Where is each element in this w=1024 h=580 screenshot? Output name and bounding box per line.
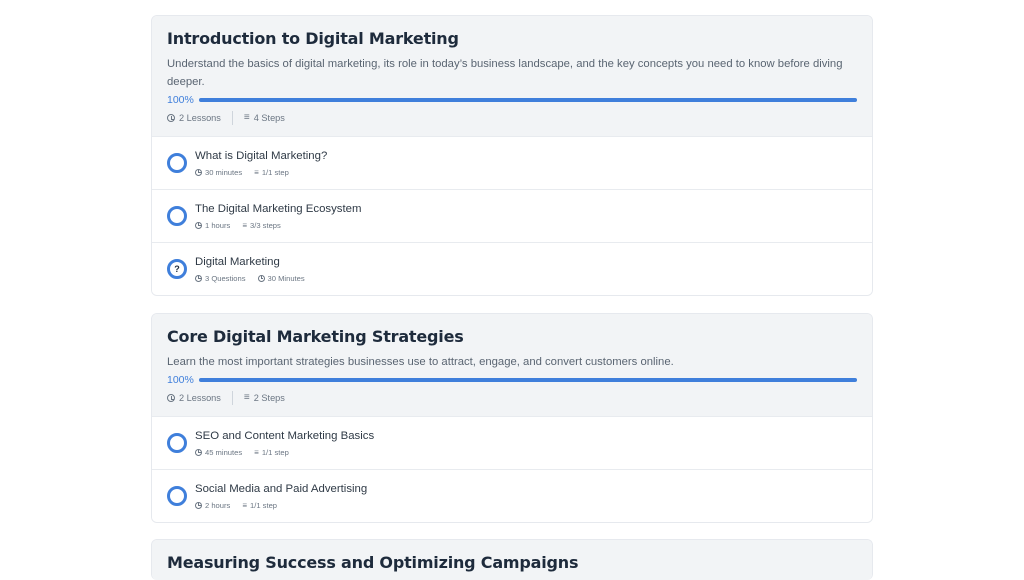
lesson-duration-text: 2 hours [205,500,231,510]
lessons-count-text: 2 Lessons [179,393,221,403]
clock-icon [195,501,202,509]
list-icon: ≡ [254,447,259,457]
quiz-icon: ? [167,259,187,279]
quiz-duration: 30 Minutes [257,273,305,283]
module-title[interactable]: Measuring Success and Optimizing Campaig… [167,553,857,572]
lesson-steps-text: 3/3 steps [250,220,281,230]
module-progress: 100% [167,94,857,106]
lesson-steps-text: 1/1 step [261,447,289,457]
lessons-count: 2 Lessons [167,393,221,403]
progress-bar [199,98,857,102]
lesson-steps: ≡ 1/1 step [254,448,289,457]
lesson-steps: ≡ 1/1 step [254,168,289,177]
lesson-meta: 1 hours ≡ 3/3 steps [195,221,362,230]
lesson-duration: 45 minutes [195,448,242,457]
list-icon: ≡ [254,167,259,177]
quiz-meta: 3 Questions 30 Minutes [195,274,305,283]
progress-ring-icon [167,153,187,173]
progress-bar-fill [199,98,857,102]
quiz-row[interactable]: ? Digital Marketing 3 Questions 30 Minut… [152,242,872,295]
module-description: Learn the most important strategies busi… [167,356,674,368]
steps-count: ≡ 4 Steps [243,112,285,124]
steps-count-text: 2 Steps [253,393,285,403]
clock-icon [167,114,175,122]
lesson-title[interactable]: The Digital Marketing Ecosystem [195,203,362,215]
quiz-duration-text: 30 Minutes [267,273,305,283]
module-meta: 2 Lessons ≡ 4 Steps [167,106,857,136]
steps-count: ≡ 2 Steps [243,392,285,404]
clock-icon [167,394,175,402]
lesson-steps: ≡ 3/3 steps [242,221,281,230]
lesson-row[interactable]: Social Media and Paid Advertising 2 hour… [152,469,872,522]
progress-ring-icon [167,433,187,453]
list-icon: ≡ [242,500,248,510]
progress-bar [199,378,857,382]
module-description: Understand the basics of digital marketi… [167,58,843,88]
meta-divider [231,391,233,405]
lesson-steps-text: 1/1 step [261,167,289,177]
module-progress: 100% [167,374,857,386]
steps-count-text: 4 Steps [253,113,285,123]
list-icon: ≡ [243,112,250,123]
lesson-duration-text: 45 minutes [205,447,243,457]
meta-divider [231,111,233,125]
module-card: Core Digital Marketing Strategies Learn … [151,313,873,523]
clock-icon [257,274,265,282]
lesson-duration-text: 30 minutes [205,167,243,177]
lessons-count: 2 Lessons [167,113,221,123]
progress-bar-fill [199,378,857,382]
progress-ring-icon [167,206,187,226]
lesson-row[interactable]: SEO and Content Marketing Basics 45 minu… [152,416,872,469]
module-title[interactable]: Introduction to Digital Marketing [167,29,857,48]
clock-icon [195,448,202,456]
lesson-row[interactable]: What is Digital Marketing? 30 minutes ≡ 1… [152,136,872,189]
module-header[interactable]: Measuring Success and Optimizing Campaig… [152,540,872,580]
lesson-title[interactable]: What is Digital Marketing? [195,150,327,162]
lesson-steps-text: 1/1 step [250,500,278,510]
lesson-meta: 30 minutes ≡ 1/1 step [195,168,327,177]
lesson-duration: 2 hours [195,501,230,510]
quiz-title[interactable]: Digital Marketing [195,256,305,268]
list-icon: ≡ [243,392,250,403]
lesson-duration: 30 minutes [195,168,242,177]
lesson-meta: 2 hours ≡ 1/1 step [195,501,367,510]
module-header[interactable]: Introduction to Digital Marketing Unders… [152,16,872,136]
lesson-meta: 45 minutes ≡ 1/1 step [195,448,374,457]
lesson-row[interactable]: The Digital Marketing Ecosystem 1 hours … [152,189,872,242]
module-title[interactable]: Core Digital Marketing Strategies [167,327,857,346]
list-icon: ≡ [242,220,248,230]
clock-icon [195,221,202,229]
lesson-title[interactable]: Social Media and Paid Advertising [195,483,367,495]
quiz-questions-text: 3 Questions [205,273,246,283]
progress-percent: 100% [167,94,194,106]
module-card: Introduction to Digital Marketing Unders… [151,15,873,296]
clock-icon [195,274,202,282]
progress-percent: 100% [167,374,194,386]
lesson-title[interactable]: SEO and Content Marketing Basics [195,430,374,442]
lesson-duration-text: 1 hours [205,220,231,230]
lesson-duration: 1 hours [195,221,230,230]
progress-ring-icon [167,486,187,506]
lessons-count-text: 2 Lessons [179,113,221,123]
quiz-questions: 3 Questions [195,274,246,283]
clock-icon [195,168,202,176]
module-meta: 2 Lessons ≡ 2 Steps [167,386,857,416]
lesson-steps: ≡ 1/1 step [242,501,277,510]
module-header[interactable]: Core Digital Marketing Strategies Learn … [152,314,872,416]
